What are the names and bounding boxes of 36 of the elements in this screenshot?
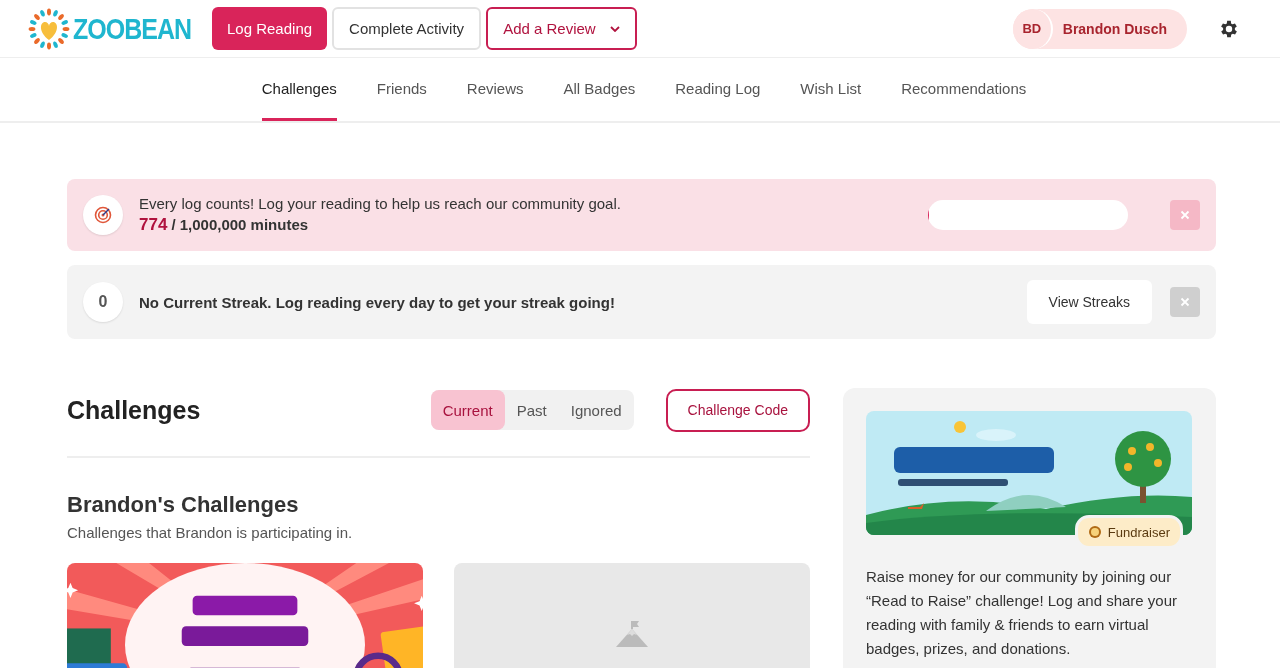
close-button[interactable]: [1170, 200, 1200, 230]
close-button[interactable]: [1170, 287, 1200, 317]
subsection-description: Challenges that Brandon is participating in.: [67, 524, 354, 541]
challenge-code-button[interactable]: Challenge Code: [665, 388, 810, 432]
streak-message: No Current Streak. Log reading every day to get your streak going!: [139, 293, 616, 311]
streak-count: 0: [83, 282, 123, 322]
header-button[interactable]: Complete Activity: [332, 7, 482, 50]
header-button[interactable]: Log Reading: [212, 7, 328, 50]
logo-icon: [28, 7, 70, 50]
nav-tab[interactable]: All Badges: [563, 58, 636, 121]
subsection-heading: Brandon's Challenges: [67, 492, 300, 518]
goal-message: Every log counts! Log your reading to help us reach our community goal.: [139, 195, 622, 212]
goal-count: 774: [139, 215, 168, 235]
nav-tab[interactable]: Reviews: [466, 58, 524, 121]
goal-total: / 1,000,000 minutes: [171, 216, 309, 233]
nav-tab[interactable]: Friends: [376, 58, 427, 121]
promo-description: Raise money for our community by joining our “Read to Raise” challenge! Log and share your reading with family & friends to earn virtual badges, prizes, and donations.: [866, 567, 1179, 659]
section-heading: Challenges: [67, 395, 202, 425]
target-icon: [83, 195, 123, 235]
close-icon: [1180, 210, 1190, 220]
badge-label: Fundraiser: [1107, 524, 1170, 540]
nav-tab[interactable]: Challenges: [261, 58, 337, 121]
user-menu[interactable]: BD Brandon Dusch: [1012, 8, 1187, 49]
coin-icon: [1087, 525, 1102, 539]
nav-tab[interactable]: Wish List: [800, 58, 862, 121]
filter-tab[interactable]: Current: [430, 390, 505, 430]
nav-tab[interactable]: Reading Log: [675, 58, 761, 121]
header-button[interactable]: Add a Review: [486, 7, 637, 50]
user-avatar: BD: [1012, 8, 1053, 49]
filter-tab[interactable]: Past: [504, 390, 559, 430]
caret-icon: [609, 25, 620, 32]
user-name: Brandon Dusch: [1062, 20, 1167, 37]
nav-tab[interactable]: Recommendations: [901, 58, 1027, 121]
filter-tab[interactable]: Ignored: [558, 390, 634, 430]
view-streaks-button[interactable]: View Streaks: [1026, 280, 1152, 324]
close-icon: [1180, 297, 1190, 307]
